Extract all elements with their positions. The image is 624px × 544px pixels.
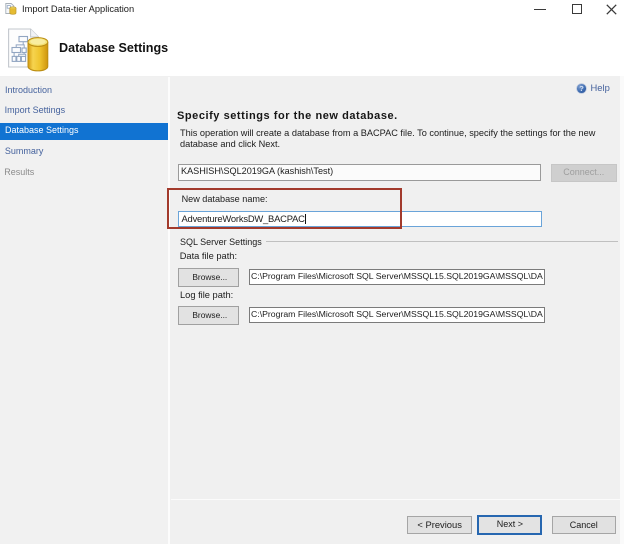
svg-text:?: ? <box>579 84 584 93</box>
